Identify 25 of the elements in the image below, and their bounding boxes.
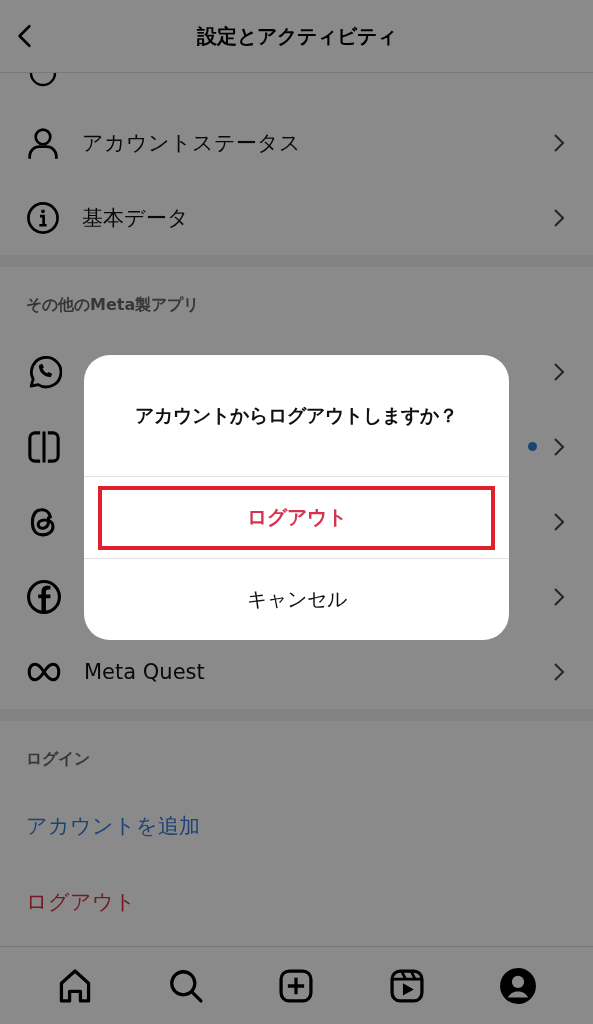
dialog-title: アカウントからログアウトしますか？ — [134, 402, 459, 428]
add-icon[interactable] — [277, 966, 316, 1005]
chevron-icon — [553, 132, 565, 153]
section-heading: ログイン — [25, 748, 91, 770]
add-account-link[interactable]: アカウントを追加 — [26, 812, 200, 840]
chevron-icon — [553, 436, 565, 457]
chevron-icon — [553, 586, 565, 607]
screen-title: 設定とアクティビティ — [196, 22, 397, 50]
facebook-icon — [26, 578, 62, 615]
chevron-icon — [553, 207, 565, 228]
chevron-icon — [553, 661, 565, 682]
person-icon — [26, 125, 60, 160]
logout-button[interactable]: ログアウト — [98, 485, 495, 550]
cancel-button[interactable]: キャンセル — [98, 567, 495, 632]
row-label: 基本データ — [82, 204, 190, 232]
reels-icon[interactable] — [388, 966, 427, 1005]
row-label: アカウントステータス — [82, 129, 302, 157]
profile-icon[interactable] — [498, 966, 537, 1005]
chevron-icon — [553, 511, 565, 532]
chevron-icon — [553, 361, 565, 382]
info-icon — [26, 200, 60, 235]
section-heading: その他のMeta製アプリ — [25, 294, 201, 316]
logout-link[interactable]: ログアウト — [26, 888, 136, 916]
row-label: Meta Quest — [84, 659, 206, 684]
split-frame-icon — [26, 428, 62, 465]
